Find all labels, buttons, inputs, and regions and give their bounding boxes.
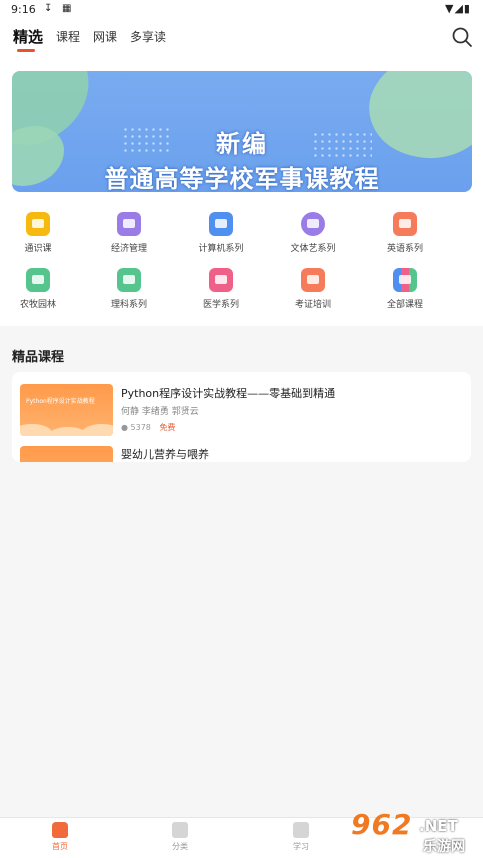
bottom-tab-home[interactable]: 首页 [30,822,90,852]
category-icon [172,822,188,838]
course-title: Python程序设计实战教程——零基础到精通 [121,387,336,400]
home-header-area: 新编 普通高等学校军事课教程 通识课 经济管理 计算机系列 文体艺系列 英语系列… [0,56,483,326]
bottom-tab-study[interactable]: 学习 [271,822,331,852]
site-watermark: 962 .NET 乐游网 [343,808,483,856]
category-label: 考证培训 [294,300,331,310]
category-yixue[interactable]: 医学系列 [181,268,261,310]
category-nongmuyuanlin[interactable]: 农牧园林 [0,268,78,310]
thumbnail-text: Python程序设计实战教程 [26,398,95,405]
category-like[interactable]: 理科系列 [89,268,169,310]
course-title: 婴幼儿营养与喂养 [121,448,209,461]
category-label: 通识课 [24,244,52,254]
certificate-icon [301,268,325,292]
category-label: 全部课程 [386,300,423,310]
price-badge: 免费 [159,423,176,432]
tab-wangke[interactable]: 网课 [93,28,117,45]
library-icon [393,268,417,292]
briefcase-icon [117,212,141,236]
watermark-suffix: .NET [419,817,458,835]
top-tab-bar: 精选 课程 网课 多享读 [0,20,483,56]
notification-icon: ▦ [62,3,72,14]
banner-title-line1: 新编 [216,130,268,158]
bottom-tab-label: 学习 [293,842,309,851]
medical-plus-icon [209,268,233,292]
landscape-icon [26,268,50,292]
home-icon [52,822,68,838]
signal-battery-icons: ▼◢▮ [445,2,471,15]
course-authors: 何静 李绪勇 郭贤云 [121,407,199,417]
bottom-tab-label: 分类 [172,842,188,851]
category-label: 医学系列 [202,300,239,310]
section-title-featured: 精品课程 [12,350,65,365]
letter-a-icon [393,212,417,236]
study-icon [293,822,309,838]
palette-icon [301,212,325,236]
category-label: 文体艺系列 [290,244,336,254]
watermark-main: 962 [351,808,413,841]
status-time: 9:16 [11,3,36,16]
terminal-icon [209,212,233,236]
course-meta: ● 5378 免费 [121,422,175,433]
cloud-decoration [82,424,113,436]
bottom-tab-category[interactable]: 分类 [150,822,210,852]
app-screen: 9:16 ↧ ▦ ▼◢▮ 精选 课程 网课 多享读 新编 普通高等学校军事课教程 [0,0,483,858]
student-count: 5378 [130,423,151,432]
tab-duoxiangdu[interactable]: 多享读 [130,28,166,45]
book-icon [26,212,50,236]
category-label: 经济管理 [110,244,147,254]
status-bar: 9:16 ↧ ▦ ▼◢▮ [0,0,483,20]
active-tab-indicator [17,49,35,52]
bottom-tab-label: 首页 [52,842,68,851]
course-thumbnail [20,446,113,462]
course-thumbnail: Python程序设计实战教程 [20,384,113,436]
category-yingyu[interactable]: 英语系列 [365,212,445,254]
category-all[interactable]: 全部课程 [365,268,445,310]
download-icon: ↧ [44,3,53,14]
tab-kecheng[interactable]: 课程 [56,28,80,45]
category-label: 英语系列 [386,244,423,254]
category-wentiyi[interactable]: 文体艺系列 [273,212,353,254]
category-jisuanji[interactable]: 计算机系列 [181,212,261,254]
calculator-icon [117,268,141,292]
promo-banner[interactable]: 新编 普通高等学校军事课教程 [12,71,472,192]
category-label: 计算机系列 [198,244,244,254]
category-tongshike[interactable]: 通识课 [0,212,78,254]
search-icon[interactable] [451,26,473,48]
course-list-card: Python程序设计实战教程 Python程序设计实战教程——零基础到精通 何静… [12,372,471,462]
tab-jingxuan[interactable]: 精选 [13,26,43,47]
watermark-sub: 乐游网 [423,839,465,855]
category-jingjiguanli[interactable]: 经济管理 [89,212,169,254]
category-label: 理科系列 [110,300,147,310]
students-icon: ● [121,423,128,432]
category-label: 农牧园林 [19,300,56,310]
banner-title-line2: 普通高等学校军事课教程 [104,165,380,192]
category-kaozheng[interactable]: 考证培训 [273,268,353,310]
